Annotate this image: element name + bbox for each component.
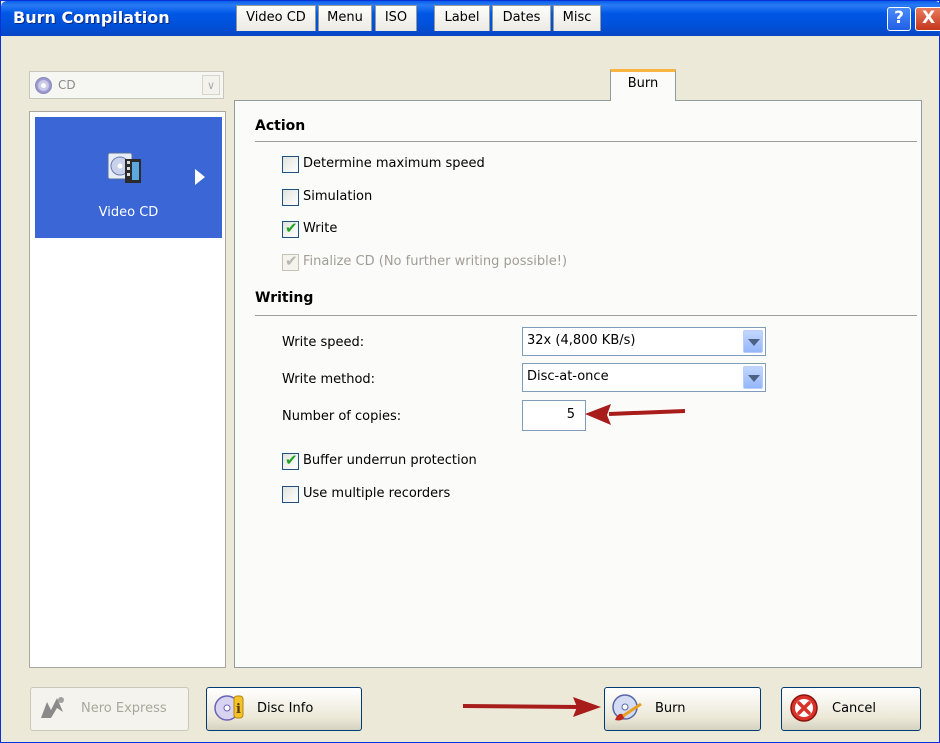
burn-button[interactable]: Burn <box>604 687 761 731</box>
section-divider <box>255 315 917 316</box>
chevron-down-icon[interactable] <box>743 366 763 389</box>
checkbox: ✔ <box>282 252 299 271</box>
section-divider <box>255 141 917 142</box>
checkbox[interactable] <box>282 486 299 503</box>
tab-video-cd[interactable]: Video CD <box>236 5 316 31</box>
help-button[interactable]: ? <box>887 7 911 31</box>
disc-info-icon: i <box>214 695 244 721</box>
compilation-list: Video CD <box>29 111 226 668</box>
disc-icon <box>35 77 52 94</box>
write-method-label: Write method: <box>282 372 376 387</box>
tab-iso[interactable]: ISO <box>375 5 417 31</box>
write-speed-value: 32x (4,800 KB/s) <box>527 333 636 348</box>
disc-type-select[interactable]: CD ∨ <box>29 71 224 99</box>
checkbox[interactable]: ✔ <box>282 219 299 238</box>
close-button[interactable]: X <box>915 7 940 31</box>
tab-misc[interactable]: Misc <box>553 5 601 31</box>
burn-tab-panel: Action Determine maximum speed Simulatio… <box>234 100 922 668</box>
annotation-arrow <box>462 697 601 717</box>
write-speed-label: Write speed: <box>282 335 365 350</box>
copies-label: Number of copies: <box>282 409 402 424</box>
write-method-value: Disc-at-once <box>527 369 609 384</box>
checkbox[interactable] <box>282 189 299 206</box>
window-title: Burn Compilation <box>13 8 170 27</box>
annotation-arrow <box>585 404 686 425</box>
write-speed-select[interactable]: 32x (4,800 KB/s) <box>522 327 766 356</box>
burn-icon <box>612 694 642 721</box>
list-item-video-cd[interactable]: Video CD <box>35 117 222 238</box>
tab-dates[interactable]: Dates <box>492 5 551 31</box>
tab-burn[interactable]: Burn <box>610 69 676 101</box>
disc-type-value: CD <box>58 78 76 92</box>
burn-compilation-window: Burn Compilation ? X CD ∨ Video CD Video <box>0 0 940 743</box>
action-section-title: Action <box>255 118 306 134</box>
chevron-down-icon[interactable] <box>743 330 763 353</box>
nero-express-icon <box>41 697 64 718</box>
writing-section-title: Writing <box>255 290 314 306</box>
disc-info-button[interactable]: i Disc Info <box>206 687 362 731</box>
checkbox[interactable] <box>282 156 299 173</box>
checkmark-icon: ✔ <box>285 252 298 270</box>
tab-label[interactable]: Label <box>434 5 490 31</box>
checkmark-icon: ✔ <box>285 219 298 237</box>
nero-express-button: Nero Express <box>30 687 189 731</box>
cancel-button[interactable]: Cancel <box>781 687 921 731</box>
cancel-icon <box>790 694 818 722</box>
copies-input[interactable]: 5 <box>522 400 586 431</box>
list-item-label: Video CD <box>98 205 159 220</box>
expand-arrow-icon <box>195 169 205 185</box>
checkmark-icon: ✔ <box>285 451 298 469</box>
copies-value: 5 <box>566 407 575 422</box>
video-cd-icon <box>107 152 141 183</box>
checkbox[interactable]: ✔ <box>282 451 299 470</box>
tab-menu[interactable]: Menu <box>318 5 372 31</box>
svg-text:i: i <box>236 702 241 717</box>
write-method-select[interactable]: Disc-at-once <box>522 363 766 392</box>
chevron-down-icon[interactable]: ∨ <box>202 75 220 95</box>
